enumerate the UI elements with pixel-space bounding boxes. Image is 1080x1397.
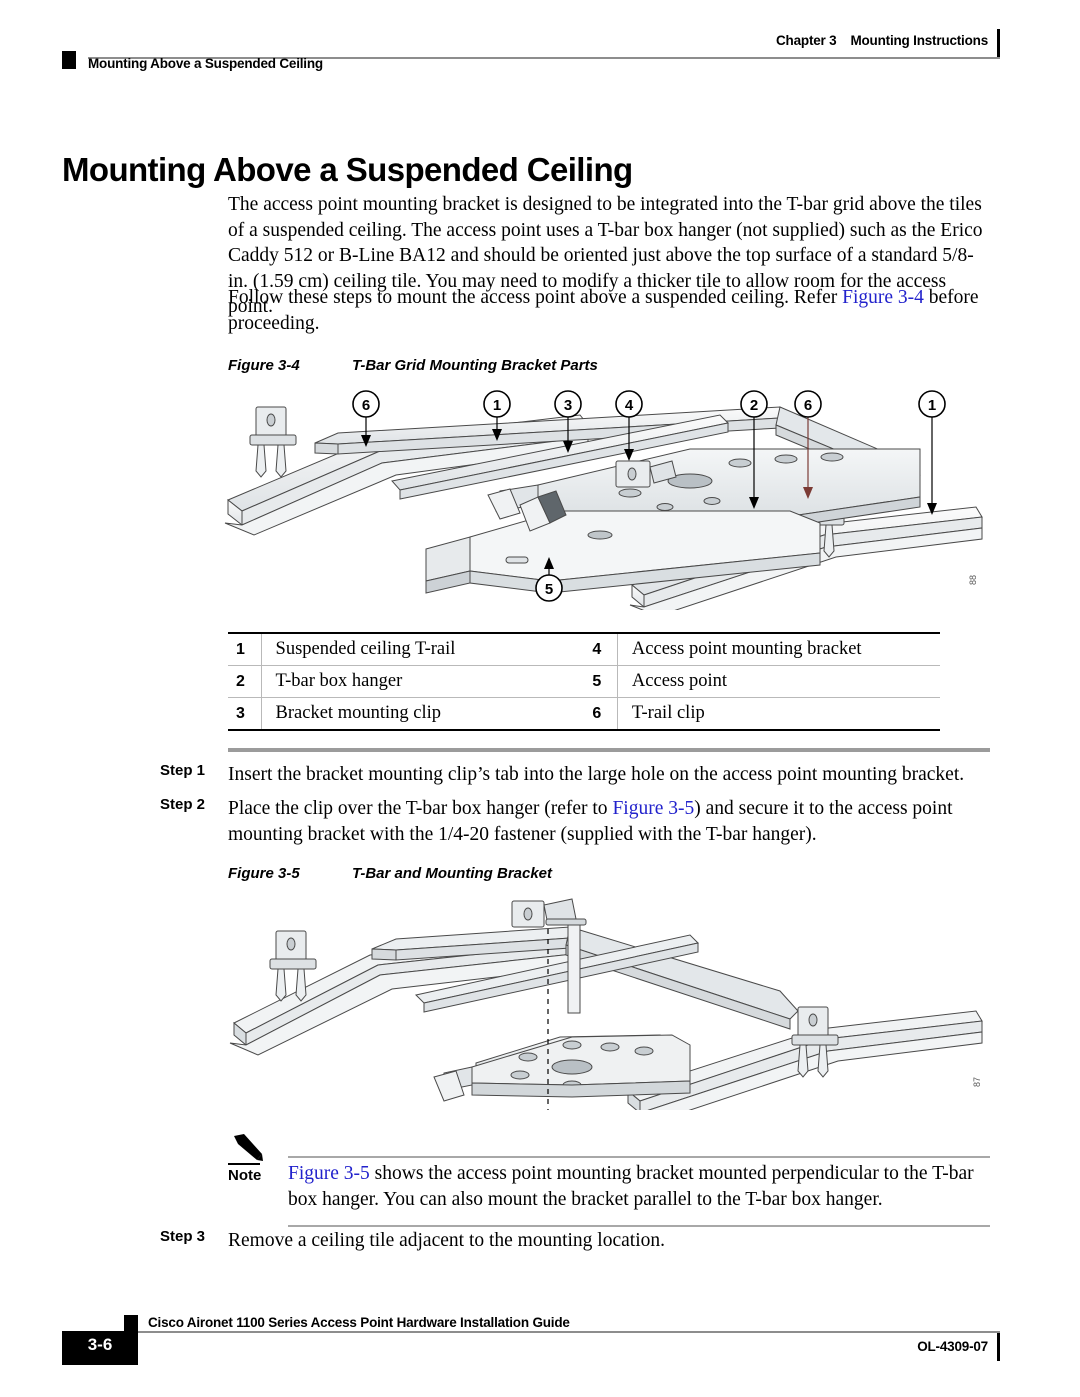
callout-1-right: 1 xyxy=(918,390,946,418)
document-page: Chapter 3 Mounting Instructions Mounting … xyxy=(0,0,1080,1397)
t-rail-clip-left xyxy=(249,406,297,478)
steps-divider-rule xyxy=(228,748,990,752)
note-rule-bottom xyxy=(288,1225,990,1227)
legend-label-3: Bracket mounting clip xyxy=(261,697,585,731)
table-row: 2 T-bar box hanger 5 Access point xyxy=(228,665,940,698)
header-bullet-square xyxy=(62,51,76,69)
footer-doc-id: OL-4309-07 xyxy=(917,1339,988,1354)
callout-6-left: 6 xyxy=(352,390,380,418)
legend-label-4: Access point mounting bracket xyxy=(617,632,940,666)
legend-label-5: Access point xyxy=(617,665,940,698)
svg-text:5: 5 xyxy=(545,581,553,598)
figure-3-4-art-id: 88 xyxy=(968,574,978,585)
note-text-after: shows the access point mounting bracket … xyxy=(288,1163,974,1210)
step-2-text-before: Place the clip over the T-bar box hanger… xyxy=(228,798,613,819)
figure-3-4-caption: Figure 3-4 T-Bar Grid Mounting Bracket Pa… xyxy=(228,357,598,374)
step-3-text: Remove a ceiling tile adjacent to the mo… xyxy=(228,1230,665,1251)
step-3-label: Step 3 xyxy=(160,1228,206,1245)
callout-6-right: 6 xyxy=(794,390,822,418)
svg-text:3: 3 xyxy=(564,397,572,414)
legend-num-6: 6 xyxy=(584,697,618,731)
footer-right-tick xyxy=(997,1333,1000,1361)
note-text: Figure 3-5 shows the access point mounti… xyxy=(288,1161,990,1212)
svg-text:6: 6 xyxy=(362,397,370,414)
footer-rule xyxy=(88,1331,1000,1333)
header-chapter: Chapter 3 Mounting Instructions xyxy=(776,33,988,48)
figure-3-4-artwork: 6 1 3 4 2 6 1 5 88 xyxy=(220,385,990,617)
page-header: Chapter 3 Mounting Instructions Mounting … xyxy=(0,0,1080,90)
legend-label-1: Suspended ceiling T-rail xyxy=(261,632,585,666)
figure-3-5-number: Figure 3-5 xyxy=(228,865,300,882)
step-1-text: Insert the bracket mounting clip’s tab i… xyxy=(228,764,965,785)
callout-4: 4 xyxy=(615,390,643,418)
header-section-title: Mounting Above a Suspended Ceiling xyxy=(88,56,323,71)
svg-text:4: 4 xyxy=(625,397,634,414)
legend-num-4: 4 xyxy=(584,632,618,666)
table-row: 1 Suspended ceiling T-rail 4 Access poin… xyxy=(228,632,940,666)
paragraph-follow-before: Follow these steps to mount the access p… xyxy=(228,287,843,308)
figure-3-4-svg: 6 1 3 4 2 6 1 5 xyxy=(224,390,983,617)
follow-steps-paragraph-block: Follow these steps to mount the access p… xyxy=(228,285,990,336)
footer-page-number: 3-6 xyxy=(87,1335,113,1354)
legend-label-2: T-bar box hanger xyxy=(261,665,585,698)
callout-2: 2 xyxy=(740,390,768,418)
header-right-tick xyxy=(997,29,1000,57)
svg-text:6: 6 xyxy=(804,397,812,414)
figure-3-4-title: T-Bar Grid Mounting Bracket Parts xyxy=(352,357,598,374)
figure-3-5-artwork: 87 xyxy=(220,895,990,1187)
footer-guide-title: Cisco Aironet 1100 Series Access Point H… xyxy=(148,1315,570,1330)
callout-1-left: 1 xyxy=(483,390,511,418)
note-icon-underline xyxy=(228,1163,260,1165)
table-row: 3 Bracket mounting clip 6 T-rail clip xyxy=(228,697,940,731)
step-2-label: Step 2 xyxy=(160,796,206,813)
note-rule-top xyxy=(288,1156,990,1158)
xref-figure-3-5-note[interactable]: Figure 3-5 xyxy=(288,1163,370,1184)
legend-num-3: 3 xyxy=(228,697,262,731)
bracket-mounting-clip-2 xyxy=(511,898,587,928)
step-1-label: Step 1 xyxy=(160,762,206,779)
note-label: Note xyxy=(228,1167,262,1184)
svg-text:2: 2 xyxy=(750,397,758,414)
step-3: Step 3 Remove a ceiling tile adjacent to… xyxy=(160,1228,990,1254)
callout-3: 3 xyxy=(554,390,582,418)
page-title: Mounting Above a Suspended Ceiling xyxy=(62,151,633,189)
step-2-text: Place the clip over the T-bar box hanger… xyxy=(228,796,990,847)
access-point-mounting-bracket-2 xyxy=(433,1034,691,1102)
pencil-icon xyxy=(232,1133,266,1163)
figure-3-5-caption: Figure 3-5 T-Bar and Mounting Bracket xyxy=(228,865,552,882)
xref-figure-3-5-step2[interactable]: Figure 3-5 xyxy=(612,798,694,819)
xref-figure-3-4[interactable]: Figure 3-4 xyxy=(842,287,924,308)
callout-5: 5 xyxy=(535,574,563,602)
header-chapter-title: Mounting Instructions xyxy=(850,33,988,48)
figure-3-4-number: Figure 3-4 xyxy=(228,357,300,374)
figure-3-5-title: T-Bar and Mounting Bracket xyxy=(352,865,553,882)
legend-num-2: 2 xyxy=(228,665,262,698)
figure-3-4-legend-table: 1 Suspended ceiling T-rail 4 Access poin… xyxy=(228,632,940,731)
step-1: Step 1 Insert the bracket mounting clip’… xyxy=(160,762,990,788)
svg-text:1: 1 xyxy=(493,397,501,414)
page-footer: Cisco Aironet 1100 Series Access Point H… xyxy=(0,1287,1080,1397)
legend-num-1: 1 xyxy=(228,632,262,666)
svg-text:1: 1 xyxy=(928,397,936,414)
figure-3-5-art-id: 87 xyxy=(972,1076,982,1087)
figure-3-5-svg xyxy=(229,898,983,1187)
paragraph-follow-steps: Follow these steps to mount the access p… xyxy=(228,285,990,336)
step-2: Step 2 Place the clip over the T-bar box… xyxy=(160,796,990,847)
header-chapter-number: Chapter 3 xyxy=(776,33,837,48)
legend-num-5: 5 xyxy=(584,665,618,698)
legend-label-6: T-rail clip xyxy=(617,697,940,731)
